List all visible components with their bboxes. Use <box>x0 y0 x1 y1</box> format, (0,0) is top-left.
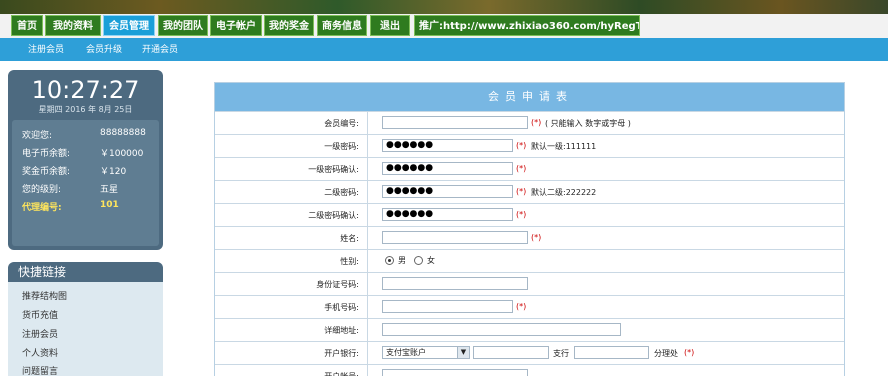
subnav-activate-member[interactable]: 开通会员 <box>142 42 178 58</box>
welcome-label: 欢迎您: <box>22 131 53 141</box>
row-password-2: 二级密码: ●●●●●● (*) 默认二级:222222 <box>215 180 844 204</box>
phone-input[interactable] <box>382 300 513 313</box>
gender-male-label: 男 <box>398 256 406 265</box>
agent-id-label: 代理编号: <box>22 203 62 213</box>
nav-my-profile[interactable]: 我的资料 <box>45 15 101 36</box>
nav-home[interactable]: 首页 <box>11 15 43 36</box>
member-id-input[interactable] <box>382 116 528 129</box>
bank-required: (*) <box>684 348 695 357</box>
password-1-confirm-label: 一级密码确认: <box>215 158 368 181</box>
row-password-1-confirm: 一级密码确认: ●●●●●● (*) <box>215 157 844 181</box>
password-2-confirm-label: 二级密码确认: <box>215 204 368 227</box>
bank-branch-input[interactable] <box>473 346 549 359</box>
level-label: 您的级别: <box>22 185 62 195</box>
gender-label: 性别: <box>215 250 368 273</box>
e-currency-label: 电子币余额: <box>22 149 71 159</box>
bank-label: 开户银行: <box>215 342 368 365</box>
bonus-currency-label: 奖金币余额: <box>22 167 71 177</box>
e-currency-value: ￥100000 <box>100 149 144 159</box>
row-phone: 手机号码: (*) <box>215 295 844 319</box>
address-label: 详细地址: <box>215 319 368 342</box>
chevron-down-icon: ▼ <box>457 347 469 358</box>
quick-link-register[interactable]: 注册会员 <box>22 327 58 340</box>
bank-select-value: 支付宝账户 <box>386 348 426 357</box>
bank-account-input[interactable] <box>382 369 528 376</box>
phone-required: (*) <box>516 302 527 311</box>
row-bank: 开户银行: 支付宝账户 ▼ 支行 分理处 (*) <box>215 341 844 365</box>
password-2-confirm-required: (*) <box>516 210 527 219</box>
row-name: 姓名: (*) <box>215 226 844 250</box>
name-label: 姓名: <box>215 227 368 250</box>
password-2-label: 二级密码: <box>215 181 368 204</box>
clock-date: 星期四 2016 年 8月 25日 <box>38 105 133 114</box>
member-application-form: 会员申请表 会员编号: (*) ( 只能输入 数字或字母 ) 一级密码: ●●●… <box>214 82 845 376</box>
row-address: 详细地址: <box>215 318 844 342</box>
bank-subbranch-label: 分理处 <box>654 349 678 358</box>
nav-business-info[interactable]: 商务信息 <box>317 15 367 36</box>
subnav-register-member[interactable]: 注册会员 <box>28 42 64 58</box>
password-1-confirm-required: (*) <box>516 164 527 173</box>
quick-link-profile[interactable]: 个人资料 <box>22 346 58 359</box>
id-card-input[interactable] <box>382 277 528 290</box>
name-input[interactable] <box>382 231 528 244</box>
nav-my-bonus[interactable]: 我的奖金 <box>264 15 314 36</box>
bank-select[interactable]: 支付宝账户 ▼ <box>382 346 470 359</box>
password-1-hint: 默认一级:111111 <box>531 142 597 151</box>
password-1-confirm-input[interactable]: ●●●●●● <box>382 162 513 175</box>
agent-id-value: 101 <box>100 200 119 210</box>
gender-female-label: 女 <box>427 256 435 265</box>
promo-url[interactable]: 推广:http://www.zhixiao360.com/hyRegTG.asp… <box>414 15 640 36</box>
quick-links-panel: 快捷链接 推荐结构图 货币充值 注册会员 个人资料 问题留言 <box>8 262 163 377</box>
nav-logout[interactable]: 退出 <box>370 15 410 36</box>
nav-e-account[interactable]: 电子帐户 <box>210 15 262 36</box>
bank-subbranch-input[interactable] <box>574 346 649 359</box>
gender-male-radio[interactable] <box>385 256 394 265</box>
nav-member-management[interactable]: 会员管理 <box>103 15 155 36</box>
quick-link-referral-chart[interactable]: 推荐结构图 <box>22 289 67 302</box>
quick-link-feedback[interactable]: 问题留言 <box>22 364 58 377</box>
level-value: 五星 <box>100 185 119 195</box>
quick-links-title: 快捷链接 <box>8 262 163 282</box>
clock-time: 10:27:27 <box>31 76 140 104</box>
name-required: (*) <box>531 233 542 242</box>
member-id-required: (*) <box>531 118 542 127</box>
member-id-hint: ( 只能输入 数字或字母 ) <box>545 119 631 128</box>
account-summary: 欢迎您: 88888888 电子币余额: ￥100000 奖金币余额: ￥120… <box>12 120 159 246</box>
row-member-id: 会员编号: (*) ( 只能输入 数字或字母 ) <box>215 111 844 135</box>
subnav-upgrade-member[interactable]: 会员升级 <box>86 42 122 58</box>
password-2-input[interactable]: ●●●●●● <box>382 185 513 198</box>
password-1-label: 一级密码: <box>215 135 368 158</box>
row-bank-account: 开户帐号: <box>215 364 844 376</box>
form-title: 会员申请表 <box>215 83 844 111</box>
row-password-2-confirm: 二级密码确认: ●●●●●● (*) <box>215 203 844 227</box>
row-gender: 性别: 男 女 <box>215 249 844 273</box>
password-1-required: (*) <box>516 141 527 150</box>
phone-label: 手机号码: <box>215 296 368 319</box>
bank-account-label: 开户帐号: <box>215 365 368 376</box>
bank-branch-label: 支行 <box>553 349 569 358</box>
id-card-label: 身份证号码: <box>215 273 368 296</box>
password-2-hint: 默认二级:222222 <box>531 188 597 197</box>
bonus-currency-value: ￥120 <box>100 167 127 177</box>
sub-navigation <box>0 38 888 61</box>
gender-female-radio[interactable] <box>414 256 423 265</box>
address-input[interactable] <box>382 323 621 336</box>
welcome-value: 88888888 <box>100 128 146 138</box>
nav-my-team[interactable]: 我的团队 <box>158 15 208 36</box>
password-1-input[interactable]: ●●●●●● <box>382 139 513 152</box>
row-password-1: 一级密码: ●●●●●● (*) 默认一级:111111 <box>215 134 844 158</box>
password-2-confirm-input[interactable]: ●●●●●● <box>382 208 513 221</box>
member-id-label: 会员编号: <box>215 112 368 135</box>
clock-panel: 10:27:27 星期四 2016 年 8月 25日 欢迎您: 88888888… <box>8 70 163 250</box>
password-2-required: (*) <box>516 187 527 196</box>
quick-link-recharge[interactable]: 货币充值 <box>22 308 58 321</box>
row-id-card: 身份证号码: <box>215 272 844 296</box>
header-banner <box>0 0 888 14</box>
